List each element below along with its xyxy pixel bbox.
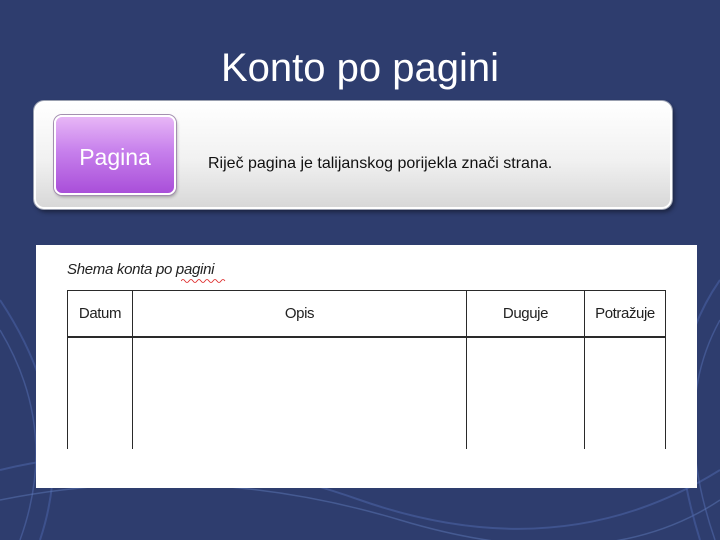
column-header-datum: Datum: [67, 290, 133, 338]
scheme-title: Shema konta po pagini: [67, 261, 215, 278]
cell-opis: [132, 336, 467, 449]
cell-potrazuje: [584, 336, 666, 449]
slide-title: Konto po pagini: [220, 46, 499, 90]
ledger-body-row: [67, 336, 666, 449]
definition-text: Riječ pagina je talijanskog porijekla zn…: [208, 155, 553, 172]
spellcheck-underline: [181, 279, 226, 283]
column-header-opis: Opis: [132, 290, 467, 338]
cell-datum: [67, 336, 133, 449]
scheme-card: Shema konta po pagini Datum Opis Duguje …: [36, 245, 697, 488]
definition-term-tag: Pagina: [54, 115, 176, 195]
ledger-table: Datum Opis Duguje Potražuje: [67, 290, 666, 449]
column-header-duguje: Duguje: [466, 290, 585, 338]
definition-box: Pagina Riječ pagina je talijanskog porij…: [34, 101, 672, 209]
column-header-potrazuje: Potražuje: [584, 290, 666, 338]
cell-duguje: [466, 336, 585, 449]
ledger-header-row: Datum Opis Duguje Potražuje: [67, 290, 666, 338]
